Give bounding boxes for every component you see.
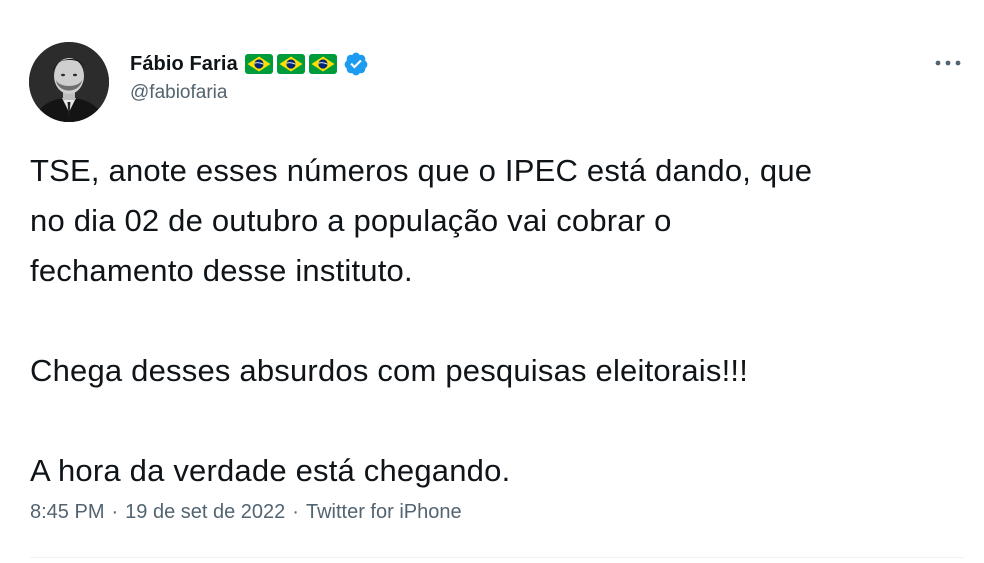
tweet-line: no dia 02 de outubro a população vai cob… <box>30 203 672 238</box>
author-name[interactable]: Fábio Faria <box>130 53 238 76</box>
tweet-line: Chega desses absurdos com pesquisas elei… <box>30 353 749 388</box>
author-handle[interactable]: @fabiofaria <box>130 82 369 104</box>
tweet-header: Fábio Faria @fabiofaria <box>130 50 369 110</box>
more-options-button[interactable] <box>933 54 963 72</box>
tweet-paragraph: Chega desses absurdos com pesquisas elei… <box>30 346 970 396</box>
tweet-paragraph: A hora da verdade está chegando. <box>30 446 970 496</box>
meta-separator: · <box>292 501 299 523</box>
brazil-flag-icon <box>244 54 273 74</box>
name-flags <box>244 54 341 74</box>
meta-separator: · <box>111 501 119 523</box>
tweet-metadata: 8:45 PM · 19 de set de 2022 · Twitter fo… <box>30 501 462 524</box>
avatar-photo <box>29 42 109 122</box>
tweet-paragraph: TSE, anote esses números que o IPEC está… <box>30 146 970 296</box>
tweet-source-link[interactable]: Twitter for iPhone <box>306 501 462 524</box>
tweet-card: Fábio Faria @fabiofaria TSE, anote esses… <box>0 0 984 563</box>
divider <box>30 557 964 558</box>
brazil-flag-icon <box>308 54 337 74</box>
more-horizontal-icon <box>935 60 961 66</box>
tweet-line: A hora da verdade está chegando. <box>30 453 511 488</box>
tweet-time[interactable]: 8:45 PM <box>30 501 104 524</box>
verified-badge-icon[interactable] <box>343 51 369 77</box>
avatar[interactable] <box>29 42 109 122</box>
tweet-text: TSE, anote esses números que o IPEC está… <box>30 146 970 496</box>
name-row: Fábio Faria <box>130 50 369 78</box>
tweet-date[interactable]: 19 de set de 2022 <box>125 501 285 524</box>
tweet-line: TSE, anote esses números que o IPEC está… <box>30 153 813 188</box>
brazil-flag-icon <box>276 54 305 74</box>
tweet-line: fechamento desse instituto. <box>30 253 413 288</box>
